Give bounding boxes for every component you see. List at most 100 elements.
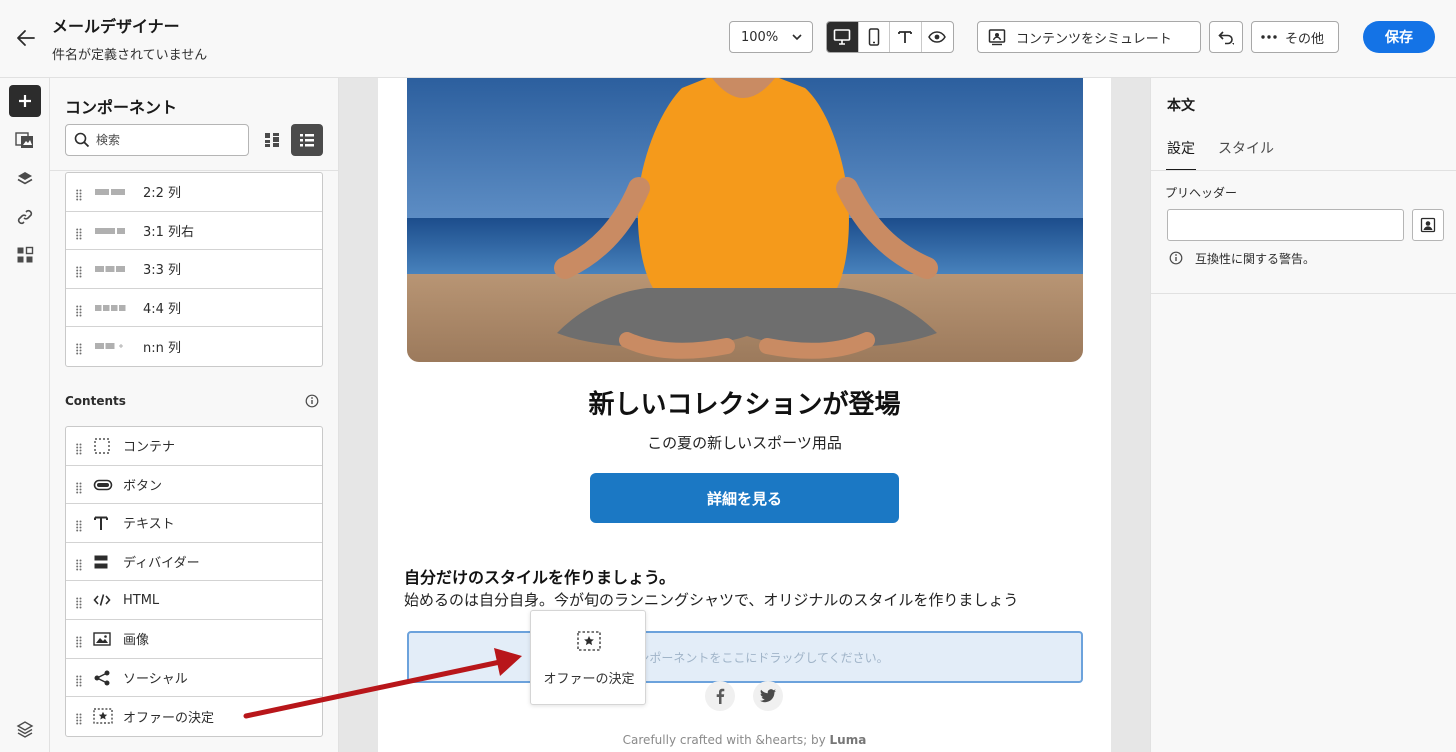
offer-decision-icon: [577, 631, 601, 651]
component-item-social[interactable]: ソーシャル: [66, 659, 322, 698]
component-label: 4:4 列: [143, 302, 182, 318]
drag-handle-icon[interactable]: [76, 517, 82, 532]
components-panel: コンポーネント 2:2 列 3:1 列右 3:3 列 4:4 列 n:n 列 Conte…: [50, 78, 339, 752]
component-item-divider[interactable]: ディバイダー: [66, 543, 322, 582]
subject-status: 件名が定義されていません: [52, 48, 208, 63]
drag-handle-icon[interactable]: [76, 594, 82, 609]
drag-handle-icon[interactable]: [76, 225, 82, 240]
image-icon: [93, 630, 127, 648]
drag-handle-icon[interactable]: [76, 440, 82, 455]
twitter-icon[interactable]: [753, 681, 783, 711]
link-icon: [17, 209, 33, 225]
component-item-image[interactable]: 画像: [66, 620, 322, 659]
hero-image[interactable]: [407, 78, 1083, 362]
component-label: ディバイダー: [123, 556, 200, 572]
drag-handle-icon[interactable]: [76, 263, 82, 278]
dragged-card-label: オファーの決定: [543, 672, 635, 687]
list-view-button[interactable]: [291, 124, 323, 156]
component-item-columns-3-3[interactable]: 3:3 列: [66, 250, 322, 289]
component-item-columns-n-n[interactable]: n:n 列: [66, 327, 322, 366]
dragged-offer-decision-card[interactable]: オファーの決定: [530, 610, 646, 705]
links-button[interactable]: [9, 201, 41, 233]
layers-button[interactable]: [9, 163, 41, 195]
right-divider: [1151, 293, 1456, 294]
desktop-view-button[interactable]: [827, 22, 859, 52]
preview-button[interactable]: [922, 22, 954, 52]
zoom-select[interactable]: 100%: [729, 21, 813, 53]
button-icon: [93, 476, 127, 494]
drag-handle-icon[interactable]: [76, 556, 82, 571]
save-button[interactable]: 保存: [1363, 21, 1435, 53]
component-label: 2:2 列: [143, 186, 182, 202]
app-title: メールデザイナー: [52, 17, 180, 36]
footer-brand: Luma: [829, 733, 867, 747]
search-input[interactable]: [96, 133, 236, 147]
section-body[interactable]: 始めるのは自分自身。今が旬のランニングシャツで、オリジナルのスタイルを作りましょ…: [404, 589, 1018, 610]
personalization-icon: [1420, 217, 1436, 233]
component-label: HTML: [123, 592, 160, 608]
mobile-view-button[interactable]: [859, 22, 890, 52]
component-label: オファーの決定: [123, 710, 215, 726]
add-components-button[interactable]: [9, 85, 41, 117]
zoom-value: 100%: [741, 29, 779, 45]
columns-2-2-icon: [93, 183, 127, 201]
drag-handle-icon[interactable]: [76, 340, 82, 355]
simulate-content-button[interactable]: コンテンツをシミュレート: [977, 21, 1201, 53]
component-label: ボタン: [123, 478, 163, 494]
section-title[interactable]: 自分だけのスタイルを作りましょう。: [404, 564, 675, 588]
undo-icon: [1218, 31, 1234, 45]
ellipsis-icon: [1261, 35, 1277, 39]
divider-icon: [93, 553, 127, 571]
simulate-label: コンテンツをシミュレート: [1016, 31, 1172, 47]
back-arrow-icon[interactable]: [12, 24, 40, 52]
html-icon: [93, 591, 127, 609]
personalization-button[interactable]: [1412, 209, 1444, 241]
footer-text: Carefully crafted with &hearts; by: [622, 733, 830, 747]
component-item-columns-4-4[interactable]: 4:4 列: [66, 289, 322, 328]
details-cta-button[interactable]: 詳細を見る: [590, 473, 899, 523]
component-label: 3:3 列: [143, 263, 182, 279]
contents-list: コンテナボタンテキストディバイダー HTML 画像ソーシャルオファーの決定: [65, 426, 323, 737]
drag-handle-icon[interactable]: [76, 710, 82, 725]
fragments-icon: [17, 246, 34, 263]
text-view-button[interactable]: [890, 22, 922, 52]
email-footer: Carefully crafted with &hearts; by Luma: [378, 733, 1111, 747]
drag-handle-icon[interactable]: [76, 302, 82, 317]
fragments-button[interactable]: [9, 239, 41, 271]
drop-zone[interactable]: 新規コンポーネントをここにドラッグしてください。: [407, 631, 1083, 683]
view-mode-group: [826, 21, 954, 53]
component-item-html[interactable]: HTML: [66, 581, 322, 620]
tab-settings[interactable]: 設定: [1167, 138, 1195, 158]
component-item-columns-3-1[interactable]: 3:1 列右: [66, 212, 322, 251]
drag-handle-icon[interactable]: [76, 672, 82, 687]
email-body: 新しいコレクションが登場 この夏の新しいスポーツ用品 詳細を見る 自分だけのスタ…: [378, 78, 1111, 752]
component-item-columns-2-2[interactable]: 2:2 列: [66, 173, 322, 212]
undo-button[interactable]: [1209, 21, 1243, 53]
component-item-button[interactable]: ボタン: [66, 466, 322, 505]
component-label: ソーシャル: [123, 671, 188, 687]
preheader-input[interactable]: [1167, 209, 1404, 241]
contents-header: Contents: [65, 394, 126, 408]
more-options-button[interactable]: その他: [1251, 21, 1339, 53]
drag-handle-icon[interactable]: [76, 479, 82, 494]
email-subheadline[interactable]: この夏の新しいスポーツ用品: [378, 432, 1111, 453]
component-item-offer-decision[interactable]: オファーの決定: [66, 697, 322, 736]
facebook-icon[interactable]: [705, 681, 735, 711]
component-item-container[interactable]: コンテナ: [66, 427, 322, 466]
component-item-text[interactable]: テキスト: [66, 504, 322, 543]
eye-icon: [928, 31, 947, 43]
text-icon: [898, 31, 913, 43]
search-icon: [74, 132, 90, 148]
grid-view-button[interactable]: [258, 125, 286, 155]
info-icon[interactable]: [305, 393, 319, 412]
email-headline[interactable]: 新しいコレクションが登場: [378, 384, 1111, 421]
drag-handle-icon[interactable]: [76, 186, 82, 201]
compatibility-warning[interactable]: 互換性に関する警告。: [1195, 250, 1315, 267]
tab-style[interactable]: スタイル: [1218, 138, 1274, 158]
assets-button[interactable]: [9, 124, 41, 156]
preheader-label: プリヘッダー: [1165, 186, 1238, 200]
left-rail: [0, 78, 50, 752]
structure-list: 2:2 列 3:1 列右 3:3 列 4:4 列 n:n 列: [65, 172, 323, 367]
drag-handle-icon[interactable]: [76, 633, 82, 648]
layers-toggle-button[interactable]: [9, 713, 41, 745]
